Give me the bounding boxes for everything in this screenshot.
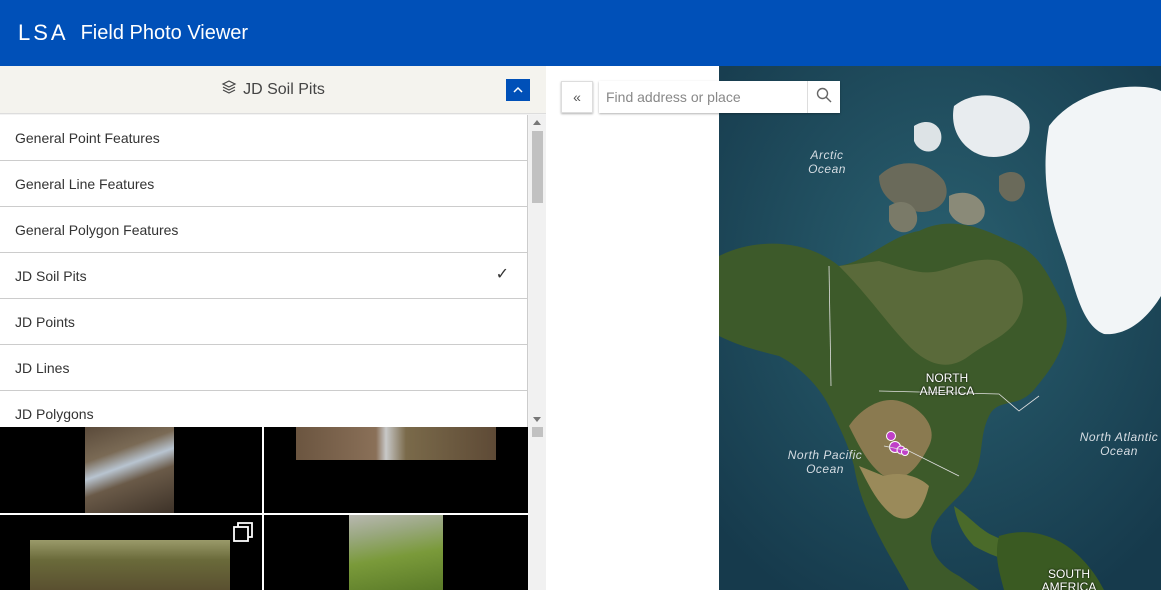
scroll-up-arrow-icon[interactable] — [533, 120, 541, 125]
selected-layer-label: JD Soil Pits — [243, 80, 325, 98]
map-area: « Find address or place Arctic Ocean NOR… — [546, 66, 1161, 590]
gallery-scrollbar[interactable] — [529, 427, 546, 590]
photo-thumbnail — [85, 427, 174, 513]
layer-item-label: JD Polygons — [15, 405, 94, 422]
layer-item-jd-lines[interactable]: JD Lines — [0, 345, 527, 391]
search-input[interactable] — [599, 81, 807, 113]
map-label-north-america: NORTH AMERICA — [919, 371, 975, 398]
app-title: Field Photo Viewer — [80, 21, 249, 44]
layer-item-label: JD Lines — [15, 359, 70, 376]
map-label-arctic-ocean: Arctic Ocean — [808, 148, 846, 176]
layers-icon — [221, 79, 237, 100]
logo-text: LSA — [18, 20, 69, 45]
collapse-panel-button[interactable]: « — [561, 81, 593, 113]
photo-tile[interactable] — [0, 515, 262, 590]
layer-item-label: JD Soil Pits — [15, 267, 87, 284]
map-label-south-america: SOUTH AMERICA — [1041, 567, 1097, 590]
layer-item-general-polygon-features[interactable]: General Polygon Features — [0, 207, 527, 253]
double-chevron-left-icon: « — [573, 89, 581, 105]
multiple-photos-icon — [232, 521, 254, 548]
layer-list-scrollbar[interactable] — [529, 115, 546, 427]
layer-item-label: JD Points — [15, 313, 75, 330]
search-widget — [599, 81, 840, 113]
layer-item-label: General Point Features — [15, 129, 160, 146]
search-button[interactable] — [807, 81, 840, 113]
photo-tile[interactable] — [0, 427, 262, 513]
lsa-logo[interactable]: LSA — [18, 20, 69, 46]
checkmark-icon: ✓ — [495, 266, 509, 283]
layer-item-label: General Polygon Features — [15, 221, 179, 238]
layer-item-label: General Line Features — [15, 175, 155, 192]
chevron-up-icon — [513, 81, 523, 99]
photo-tile[interactable] — [264, 427, 528, 513]
photo-thumbnail — [296, 427, 496, 460]
scrollbar-thumb[interactable] — [532, 131, 543, 203]
layer-selector[interactable]: JD Soil Pits — [0, 66, 546, 114]
scroll-down-arrow-icon[interactable] — [533, 417, 541, 422]
photo-thumbnail — [30, 540, 230, 590]
layer-item-general-point-features[interactable]: General Point Features — [0, 115, 527, 161]
photo-gallery — [0, 427, 528, 590]
map-label-north-pacific-ocean: North Pacific Ocean — [787, 448, 863, 476]
map-marker[interactable] — [886, 431, 896, 441]
search-icon — [816, 87, 832, 108]
photo-thumbnail — [349, 515, 443, 590]
map-label-north-atlantic-ocean: North Atlantic Ocean — [1079, 430, 1159, 458]
map-view[interactable]: Arctic Ocean NORTH AMERICA North Pacific… — [719, 66, 1161, 590]
app-header: LSA Field Photo Viewer — [0, 0, 1161, 66]
layer-item-general-line-features[interactable]: General Line Features — [0, 161, 527, 207]
basemap-imagery — [719, 66, 1161, 590]
layer-item-jd-polygons[interactable]: JD Polygons — [0, 391, 527, 427]
scrollbar-thumb[interactable] — [532, 427, 543, 437]
layer-list: General Point Features General Line Feat… — [0, 115, 528, 427]
collapse-layer-list-button[interactable] — [506, 79, 530, 101]
layer-item-jd-points[interactable]: JD Points — [0, 299, 527, 345]
layer-item-jd-soil-pits[interactable]: JD Soil Pits ✓ — [0, 253, 527, 299]
photo-tile[interactable] — [264, 515, 528, 590]
left-panel: JD Soil Pits General Point Features Gene… — [0, 66, 546, 590]
